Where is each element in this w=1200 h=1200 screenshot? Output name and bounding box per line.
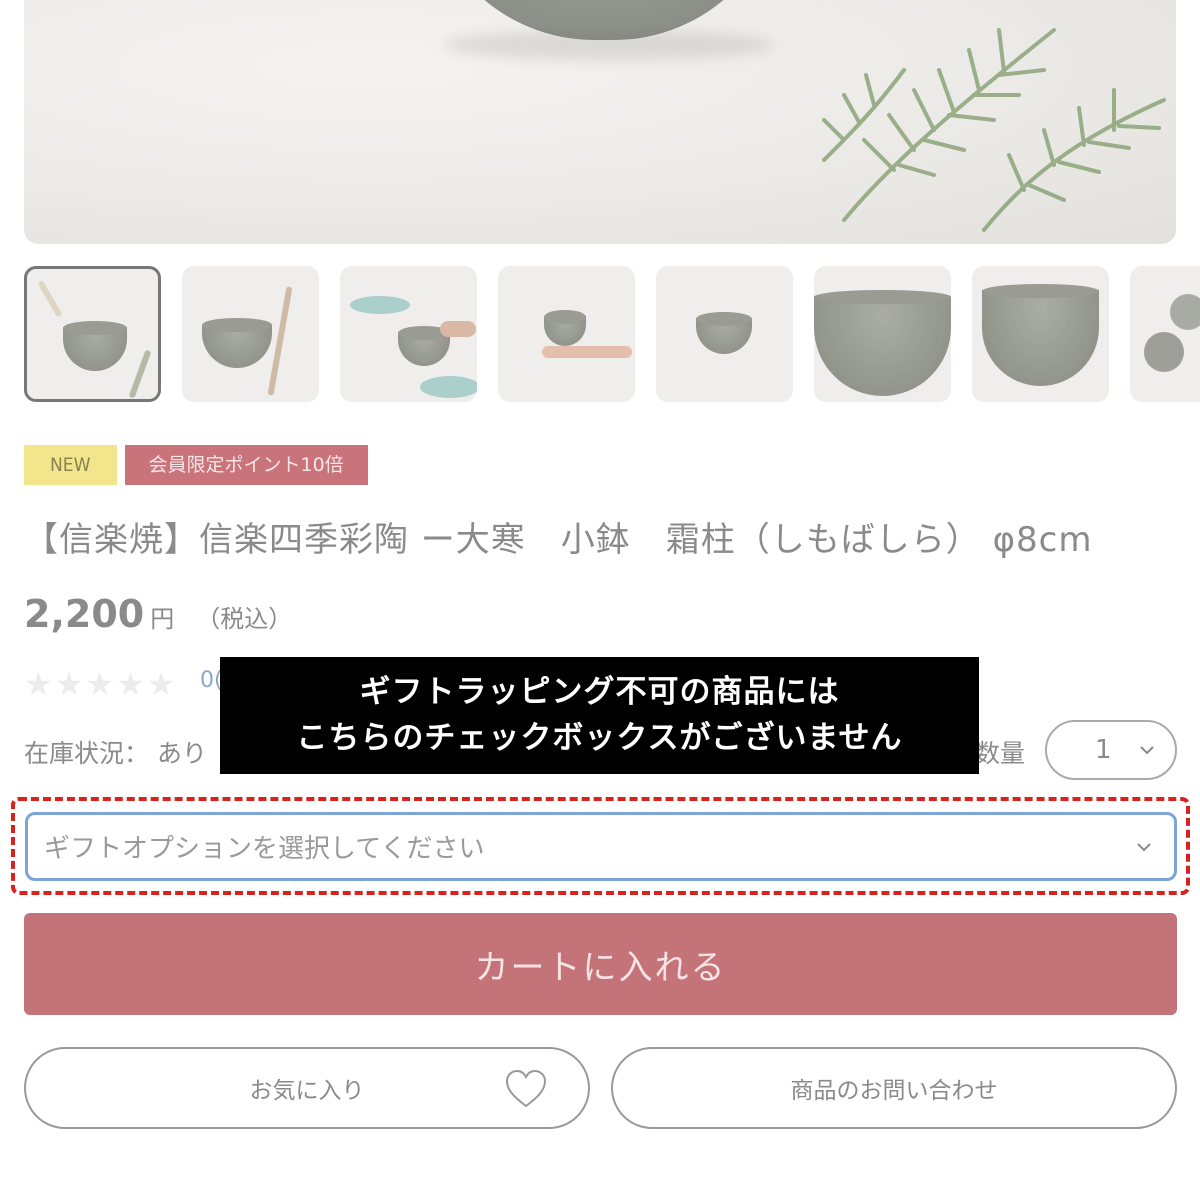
thumbnail-strip: [24, 266, 1200, 402]
gift-option-select[interactable]: ギフトオプションを選択してください: [25, 812, 1177, 881]
gift-wrapping-notice: ギフトラッピング不可の商品には こちらのチェックボックスがございません: [220, 657, 979, 774]
add-to-cart-button[interactable]: カートに入れる: [24, 913, 1177, 1015]
cedar-branch-decoration: [822, 28, 1166, 232]
badge-row: NEW 会員限定ポイント10倍: [24, 445, 368, 485]
thumbnail-5[interactable]: [656, 266, 793, 402]
chevron-down-icon: [1136, 837, 1152, 858]
thumbnail-7[interactable]: [972, 266, 1109, 402]
thumbnail-1[interactable]: [24, 266, 161, 402]
notice-line-2: こちらのチェックボックスがございません: [296, 720, 903, 756]
price-tax-note: （税込）: [196, 605, 293, 633]
thumbnail-3[interactable]: [340, 266, 477, 402]
product-main-image: [24, 0, 1176, 244]
product-title: 【信楽焼】信楽四季彩陶 ー大寒 小鉢 霜柱（しもばしら） φ8cm: [24, 520, 1093, 560]
price-value: 2,200: [24, 592, 145, 636]
favorite-button[interactable]: お気に入り: [24, 1047, 590, 1129]
contact-button[interactable]: 商品のお問い合わせ: [611, 1047, 1177, 1129]
rating-stars: ★★★★★: [24, 665, 178, 703]
stock-status: 在庫状況： あり: [24, 734, 207, 770]
quantity-label: 数量: [975, 739, 1026, 768]
thumbnail-6[interactable]: [814, 266, 951, 402]
notice-line-1: ギフトラッピング不可の商品には: [359, 674, 840, 710]
new-badge: NEW: [24, 445, 117, 485]
quantity-select[interactable]: 1: [1045, 720, 1177, 780]
thumbnail-2[interactable]: [182, 266, 319, 402]
quantity-value: 1: [1095, 735, 1112, 765]
gift-option-placeholder: ギフトオプションを選択してください: [44, 834, 485, 864]
stock-value: あり: [156, 739, 207, 768]
point-badge: 会員限定ポイント10倍: [124, 445, 368, 485]
product-price: 2,200 円 （税込）: [24, 592, 292, 636]
chevron-down-icon: [1139, 740, 1155, 761]
thumbnail-4[interactable]: [498, 266, 635, 402]
thumbnail-8[interactable]: [1130, 266, 1200, 402]
heart-icon: [504, 1069, 548, 1115]
stock-label: 在庫状況：: [24, 739, 150, 768]
price-unit: 円: [150, 605, 175, 633]
favorite-label: お気に入り: [249, 1078, 365, 1104]
